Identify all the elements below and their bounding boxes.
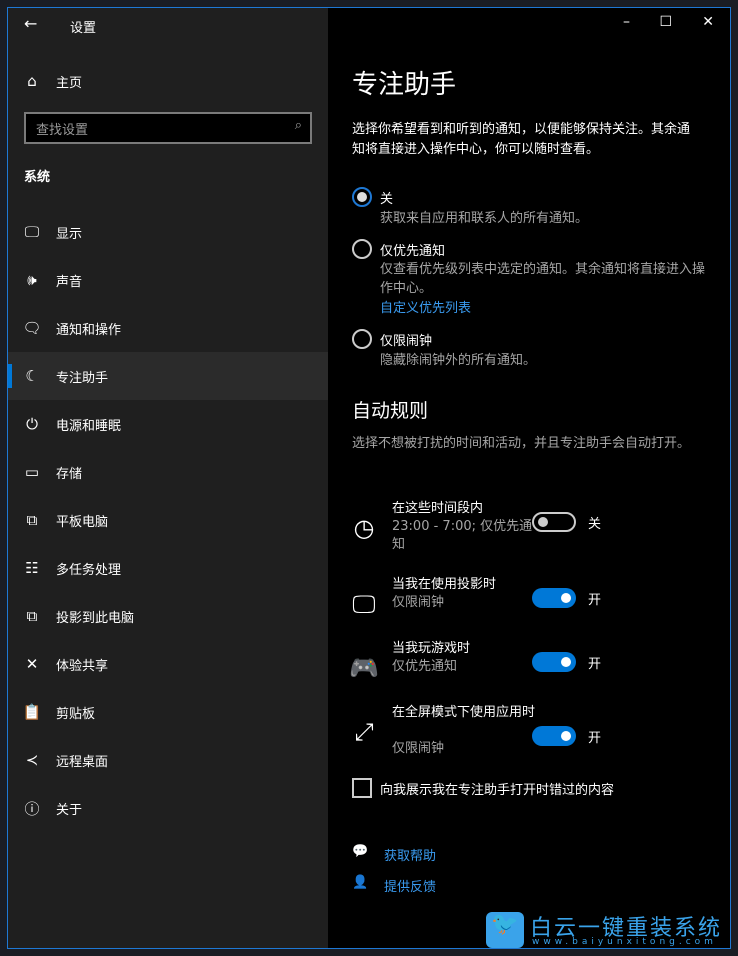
nav-icon: ≺	[25, 751, 39, 769]
rule-subtitle: 仅限闹钟	[392, 741, 445, 756]
rule-title: 在全屏模式下使用应用时	[392, 705, 536, 720]
help-icon: 💬	[352, 844, 369, 859]
toggle-state: 开	[588, 593, 602, 608]
nav-label: 远程桌面	[56, 754, 109, 770]
window-title: 设置	[70, 21, 97, 36]
toggle-state: 开	[588, 657, 602, 672]
nav-icon: ✕	[25, 655, 39, 673]
rule-icon: ⤢	[354, 718, 374, 746]
main-panel: – ☐ ✕ 专注助手 选择你希望看到和听到的通知，以便能够保持关注。其余通知将直…	[328, 8, 730, 948]
nav-label: 通知和操作	[56, 322, 122, 338]
watermark-url: www.baiyunxitong.com	[532, 937, 717, 947]
sidebar-item[interactable]: 🕪 声音	[8, 256, 328, 304]
nav-label: 声音	[56, 274, 83, 290]
rule-subtitle: 仅限闹钟	[392, 595, 445, 610]
rule-subtitle: 仅优先通知	[392, 659, 458, 674]
search-input[interactable]: 查找设置 ⌕	[24, 112, 312, 144]
rule-title: 在这些时间段内	[392, 501, 484, 516]
nav-icon: 🖵	[24, 223, 40, 241]
nav-icon: ⧉	[26, 607, 38, 625]
sidebar-item[interactable]: 📋 剪贴板	[8, 688, 328, 736]
option-desc: 仅查看优先级列表中选定的通知。其余通知将直接进入操作中心。	[380, 262, 706, 296]
section-heading: 系统	[24, 170, 51, 185]
rule-title: 当我玩游戏时	[392, 641, 471, 656]
feedback-icon: 👤	[352, 875, 369, 890]
rule-icon: 🖵	[352, 590, 376, 618]
auto-rules-desc: 选择不想被打扰的时间和活动，并且专注助手会自动打开。	[352, 436, 691, 451]
nav-label: 存储	[56, 466, 83, 482]
option-label: 仅限闹钟	[380, 334, 433, 349]
nav-label: 关于	[56, 802, 83, 818]
option-desc: 隐藏除闹钟外的所有通知。	[380, 353, 537, 368]
search-icon: ⌕	[294, 118, 302, 133]
search-placeholder: 查找设置	[36, 123, 89, 138]
sidebar-item[interactable]: ▭ 存储	[8, 448, 328, 496]
nav-icon: ☷	[25, 559, 39, 577]
get-help-link[interactable]: 获取帮助	[384, 845, 436, 864]
nav-label: 多任务处理	[56, 562, 122, 578]
checkbox-label: 向我展示我在专注助手打开时错过的内容	[380, 783, 615, 798]
nav-label: 投影到此电脑	[56, 610, 135, 626]
nav-label: 平板电脑	[56, 514, 109, 530]
nav-icon: ⓘ	[24, 799, 40, 818]
nav-icon: ⧉	[26, 511, 38, 529]
sidebar-item[interactable]: ⧉ 投影到此电脑	[8, 592, 328, 640]
sidebar-item[interactable]: 🗨 通知和操作	[8, 304, 328, 352]
option-label: 仅优先通知	[380, 244, 446, 259]
sidebar: ← 设置 ⌂ 主页 查找设置 ⌕ 系统 🖵 显示 🕪 声音 🗨 通知和操作 ☾ 专注助手 ⏻ 电源和睡…	[8, 8, 328, 948]
rule-subtitle: 23:00 - 7:00; 仅优先通知	[392, 519, 533, 552]
toggle-state: 开	[588, 731, 602, 746]
nav-label: 专注助手	[56, 370, 109, 386]
nav-label: 显示	[56, 226, 83, 242]
nav-icon: 🕪	[27, 271, 37, 289]
minimize-button[interactable]: –	[623, 14, 630, 30]
maximize-button[interactable]: ☐	[659, 14, 672, 30]
close-button[interactable]: ✕	[702, 14, 714, 30]
sidebar-item[interactable]: 🖵 显示	[8, 208, 328, 256]
feedback-link[interactable]: 提供反馈	[384, 876, 436, 895]
nav-label: 电源和睡眠	[56, 418, 122, 434]
rule-toggle[interactable]	[532, 726, 576, 746]
sidebar-item[interactable]: ⓘ 关于	[8, 784, 328, 832]
rule-title: 当我在使用投影时	[392, 577, 497, 592]
nav-icon: ⏻	[26, 415, 38, 433]
rule-toggle[interactable]	[532, 512, 576, 532]
sidebar-item[interactable]: ✕ 体验共享	[8, 640, 328, 688]
nav-icon: 📋	[22, 703, 42, 721]
sidebar-item[interactable]: ☷ 多任务处理	[8, 544, 328, 592]
option-desc: 获取来自应用和联系人的所有通知。	[380, 211, 589, 226]
page-description: 选择你希望看到和听到的通知，以便能够保持关注。其余通知将直接进入操作中心，你可以…	[352, 122, 691, 157]
nav-icon: ☾	[25, 367, 39, 385]
rule-icon: ◷	[353, 514, 375, 542]
nav-label: 剪贴板	[56, 706, 96, 722]
page-title: 专注助手	[352, 70, 457, 100]
rule-toggle[interactable]	[532, 652, 576, 672]
nav-icon: ▭	[24, 463, 40, 481]
customize-priority-link[interactable]: 自定义优先列表	[380, 297, 471, 316]
radio-alarms-only[interactable]	[352, 329, 372, 349]
sidebar-home[interactable]: ⌂ 主页	[8, 57, 328, 105]
rule-icon: 🎮	[349, 654, 379, 682]
home-icon: ⌂	[27, 72, 37, 90]
sidebar-item[interactable]: ⏻ 电源和睡眠	[8, 400, 328, 448]
radio-priority-only[interactable]	[352, 239, 372, 259]
nav-label: 体验共享	[56, 658, 109, 674]
missed-content-checkbox[interactable]	[352, 778, 372, 798]
auto-rules-heading: 自动规则	[352, 400, 429, 422]
option-label: 关	[380, 192, 394, 207]
toggle-state: 关	[588, 517, 602, 532]
nav-icon: 🗨	[22, 319, 42, 337]
settings-window: ← 设置 ⌂ 主页 查找设置 ⌕ 系统 🖵 显示 🕪 声音 🗨 通知和操作 ☾ 专注助手 ⏻ 电源和睡…	[7, 7, 731, 949]
rule-toggle[interactable]	[532, 588, 576, 608]
radio-off[interactable]	[352, 187, 372, 207]
sidebar-item[interactable]: ☾ 专注助手	[8, 352, 328, 400]
sidebar-item[interactable]: ⧉ 平板电脑	[8, 496, 328, 544]
sidebar-item[interactable]: ≺ 远程桌面	[8, 736, 328, 784]
back-button[interactable]: ←	[24, 14, 37, 33]
home-label: 主页	[56, 75, 83, 91]
watermark-bird-icon: 🐦	[486, 912, 524, 948]
